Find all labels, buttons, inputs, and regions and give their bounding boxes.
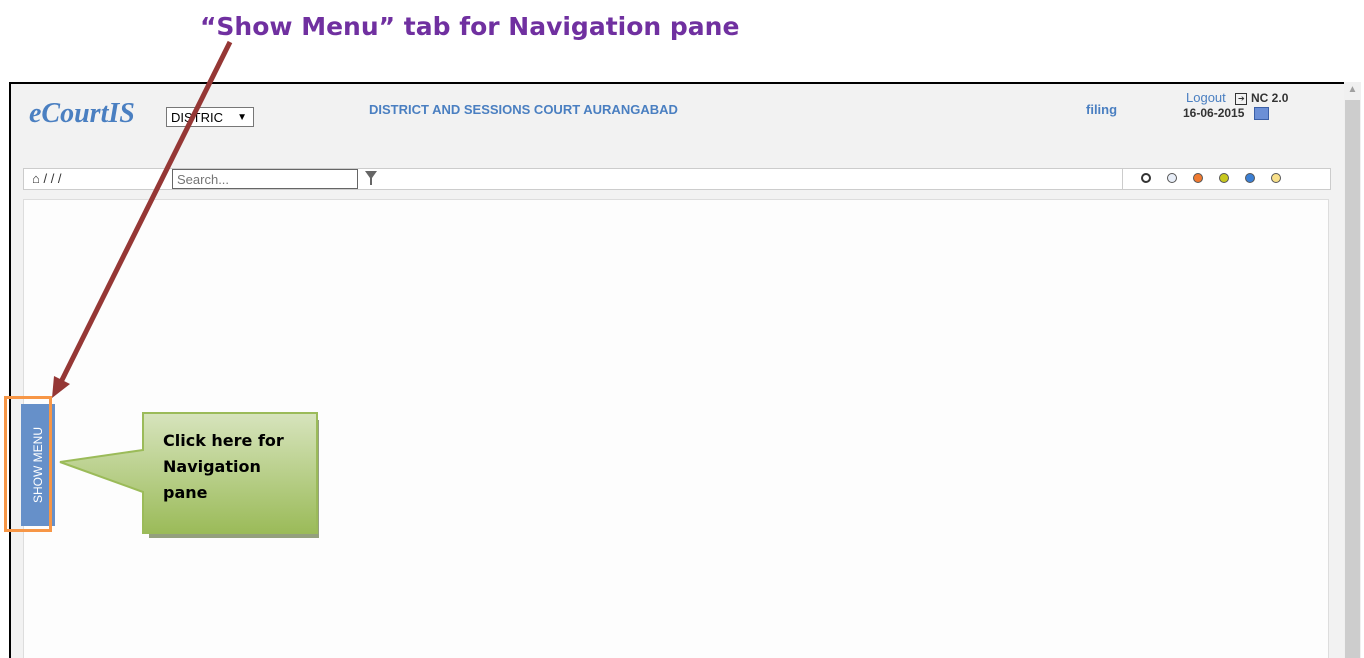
callout-line: Navigation	[163, 457, 261, 476]
callout-text: Click here for Navigation pane	[163, 428, 313, 506]
annotation-overlay	[52, 40, 319, 538]
callout-line: pane	[163, 483, 208, 502]
callout-line: Click here for	[163, 431, 284, 450]
annotation-arrow	[57, 40, 233, 386]
